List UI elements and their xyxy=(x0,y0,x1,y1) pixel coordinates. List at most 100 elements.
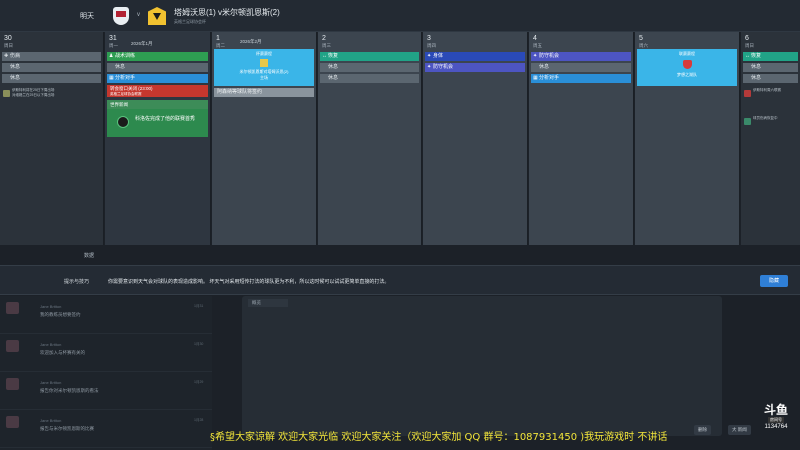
news-item[interactable]: 科洛佐完成了他的联赛首秀 xyxy=(107,109,208,137)
sender-name: Jane Britton xyxy=(40,418,62,423)
calendar-day-3[interactable]: 3 周四 ✦ 身体 ✦ 防守机会 xyxy=(423,32,528,245)
tamworth-crest-icon[interactable] xyxy=(113,7,129,25)
calendar-day-6[interactable]: 6 周日 ↔ 恢复 休息 休息 伊斯特利周六联赛 球员伤病恢复中 xyxy=(741,32,800,245)
douyu-watermark: 斗鱼 房间号 1134764 xyxy=(755,404,797,440)
hide-tip-button[interactable]: 隐藏 xyxy=(760,275,788,287)
list-item[interactable]: Jane Britton 报告你对米尔顿凯恩斯的看法 1月29 xyxy=(0,372,212,410)
sender-name: Jane Britton xyxy=(40,304,62,309)
day-number: 30 xyxy=(4,35,12,42)
mk-dons-crest-icon[interactable] xyxy=(148,7,166,25)
session-slot[interactable]: ▦ 分析对手 xyxy=(107,74,208,83)
player-avatar xyxy=(117,116,129,128)
message-date: 1月31 xyxy=(194,304,204,308)
avatar xyxy=(6,340,19,352)
session-slot[interactable]: 休息 xyxy=(743,74,798,83)
douyu-logo: 斗鱼 xyxy=(763,403,788,417)
message-reader-pane: 概览 xyxy=(242,296,722,436)
session-slot[interactable]: 休息 xyxy=(531,63,631,72)
day-name: 周三 xyxy=(322,43,331,48)
tips-title: 提示与技巧 xyxy=(64,279,90,285)
world-news-header: 世界新闻 xyxy=(107,100,208,109)
session-slot[interactable]: ✚ 伤病 xyxy=(2,52,101,61)
session-slot[interactable]: ↔ 恢复 xyxy=(743,52,798,61)
sender-name: Jane Britton xyxy=(40,342,62,347)
day-name: 周五 xyxy=(533,43,542,48)
list-item[interactable]: Jane Britton 欢迎加入与杯赛有关的 1月30 xyxy=(0,334,212,372)
trophy-icon xyxy=(3,90,10,97)
recovery-icon: ↔ xyxy=(745,53,750,59)
calendar-day-31[interactable]: 31 周一 2026年1月 ♟ 战术训练 休息 ▦ 分析对手 转会窗口关闭 (23:… xyxy=(105,32,307,245)
calendar-day-30[interactable]: 30 周日 ✚ 伤病 休息 休息 伊斯特利将在25日下周出场 对维格兰在25日以下… xyxy=(0,32,104,245)
calendar-day-1[interactable]: 1 周二 2026年2月 杯赛赛程 米尔顿凯恩斯对塔姆沃思(2) 主场 阿森纳等… xyxy=(212,32,317,245)
cup-match-event[interactable]: 杯赛赛程 米尔顿凯恩斯对塔姆沃思(2) 主场 xyxy=(214,49,314,86)
physical-icon: ✦ xyxy=(427,53,432,59)
day-number: 1 xyxy=(216,35,220,42)
session-slot[interactable]: 休息 xyxy=(107,63,208,72)
recovery-icon: ↔ xyxy=(322,53,327,59)
analysis-icon: ▦ xyxy=(533,75,538,81)
message-subject: 我的教练员想要签约 xyxy=(40,312,81,317)
day-number: 2 xyxy=(322,35,326,42)
list-item[interactable]: Jane Britton 我的教练员想要签约 1月31 xyxy=(0,296,212,334)
session-slot[interactable]: 休息 xyxy=(320,74,419,83)
day-number: 4 xyxy=(533,35,537,42)
competition-subtitle: 英格兰足球协会杯 xyxy=(174,19,206,24)
message-date: 1月29 xyxy=(194,380,204,384)
vs-label: v xyxy=(137,12,140,18)
medical-icon: ✚ xyxy=(4,53,9,59)
day-name: 周日 xyxy=(4,43,13,48)
header-label: 明天 xyxy=(80,13,94,20)
calendar-notice[interactable]: 伊斯特利周六联赛 xyxy=(743,88,798,97)
defence-icon: ✦ xyxy=(427,64,432,70)
day-name: 周四 xyxy=(427,43,436,48)
day-name: 周一 xyxy=(109,43,118,48)
session-slot[interactable]: 休息 xyxy=(2,63,101,72)
match-header: 明天 v 塔姆沃思(1) v米尔顿凯恩斯(2) 英格兰足球协会杯 xyxy=(0,0,800,32)
session-slot[interactable]: ✦ 防守机会 xyxy=(425,63,525,72)
day-number: 6 xyxy=(745,35,749,42)
calendar-day-5[interactable]: 5 周六 联赛赛程 梦想之湖队 xyxy=(635,32,740,245)
tips-text: 你需要意识到天气会对球队的表现造成影响。 坏天气对采用短传打法的球队更为不利，所… xyxy=(108,279,390,285)
cup-trophy-icon xyxy=(260,59,268,67)
session-slot[interactable]: 休息 xyxy=(320,63,419,72)
session-slot[interactable]: ▦ 分析对手 xyxy=(531,74,631,83)
calendar-day-4[interactable]: 4 周五 ✦ 防守机会 休息 ▦ 分析对手 xyxy=(529,32,634,245)
session-slot[interactable]: ✦ 身体 xyxy=(425,52,525,61)
calendar-notice[interactable]: 伊斯特利将在25日下周出场 对维格兰在25日以下周出场 xyxy=(2,88,101,98)
message-subject: 报告与米尔顿凯恩斯的比赛 xyxy=(40,426,94,431)
opponent-crest-icon xyxy=(682,60,692,69)
transfer-deadline-event[interactable]: 转会窗口关闭 (23:00) 英格兰足球协会联赛 xyxy=(107,85,208,97)
defence-icon: ✦ xyxy=(533,53,538,59)
month-label: 2026年1月 xyxy=(131,41,153,46)
club-badge-icon xyxy=(744,90,751,97)
match-title[interactable]: 塔姆沃思(1) v米尔顿凯恩斯(2) xyxy=(174,7,280,18)
stream-marquee-text: §希望大家谅解 欢迎大家光临 欢迎大家关注（欢迎大家加 QQ 群号：108793… xyxy=(210,432,668,443)
tips-bar: 提示与技巧 你需要意识到天气会对球队的表现造成影响。 坏天气对采用短传打法的球队… xyxy=(0,265,800,295)
calendar-notice[interactable]: 球员伤病恢复中 xyxy=(743,116,798,125)
session-slot[interactable]: 休息 xyxy=(2,74,101,83)
session-slot[interactable]: ♟ 战术训练 xyxy=(107,52,208,61)
delete-button[interactable]: 删除 xyxy=(694,425,711,435)
message-subject: 欢迎加入与杯赛有关的 xyxy=(40,350,85,355)
avatar xyxy=(6,416,19,428)
medical-icon xyxy=(744,118,751,125)
calendar-note[interactable]: 阿森纳等球队将签约 xyxy=(214,88,314,97)
schedule-calendar: 30 周日 ✚ 伤病 休息 休息 伊斯特利将在25日下周出场 对维格兰在25日以下… xyxy=(0,32,800,245)
analysis-icon: ▦ xyxy=(109,75,114,81)
reader-tab[interactable]: 概览 xyxy=(248,299,288,307)
avatar xyxy=(6,378,19,390)
day-number: 31 xyxy=(109,35,117,42)
inbox-list: Jane Britton 我的教练员想要签约 1月31 Jane Britton… xyxy=(0,296,212,450)
news-button[interactable]: 大 新闻 xyxy=(728,425,751,435)
league-match-event[interactable]: 联赛赛程 梦想之湖队 xyxy=(637,49,737,86)
session-slot[interactable]: ↔ 恢复 xyxy=(320,52,419,61)
calendar-day-2[interactable]: 2 周三 ↔ 恢复 休息 休息 xyxy=(318,32,422,245)
sender-name: Jane Britton xyxy=(40,380,62,385)
day-name: 周日 xyxy=(745,43,754,48)
day-number: 5 xyxy=(639,35,643,42)
session-slot[interactable]: ✦ 防守机会 xyxy=(531,52,631,61)
list-item[interactable]: Jane Britton 报告与米尔顿凯恩斯的比赛 1月28 xyxy=(0,410,212,448)
session-slot[interactable]: 休息 xyxy=(743,63,798,72)
message-date: 1月30 xyxy=(194,342,204,346)
day-number: 3 xyxy=(427,35,431,42)
